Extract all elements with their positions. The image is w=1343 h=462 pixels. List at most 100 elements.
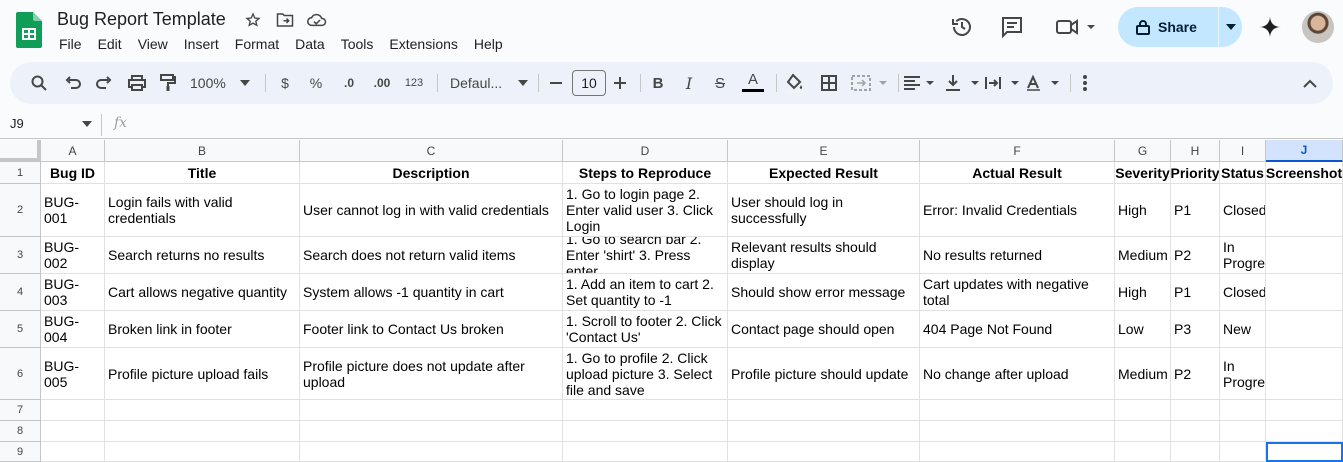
row-header-1[interactable]: 1 — [0, 162, 41, 184]
table-cell[interactable]: P3 — [1171, 311, 1220, 348]
column-header-j[interactable]: J — [1266, 140, 1343, 162]
row-header-9[interactable]: 9 — [0, 442, 41, 462]
table-cell[interactable] — [563, 442, 728, 462]
row-header-2[interactable]: 2 — [0, 184, 41, 237]
share-button[interactable]: Share — [1118, 7, 1242, 47]
table-cell[interactable] — [1266, 348, 1343, 400]
italic-button[interactable]: I — [680, 62, 698, 104]
table-cell[interactable]: BUG-004 — [41, 311, 105, 348]
font-size-decrease-icon[interactable] — [548, 62, 564, 104]
row-header-7[interactable]: 7 — [0, 400, 41, 421]
header-cell[interactable]: Title — [105, 162, 300, 184]
table-cell[interactable] — [1266, 421, 1343, 442]
increase-decimal-button[interactable]: .00 — [370, 62, 394, 104]
table-cell[interactable]: User cannot log in with valid credential… — [300, 184, 563, 237]
table-cell[interactable] — [563, 400, 728, 421]
comments-icon[interactable] — [998, 13, 1026, 41]
header-cell[interactable]: Description — [300, 162, 563, 184]
name-box[interactable]: J9 — [0, 114, 100, 134]
collapse-menus-icon[interactable] — [1300, 62, 1320, 104]
header-cell[interactable]: Steps to Reproduce — [563, 162, 728, 184]
document-title[interactable]: Bug Report Template — [57, 9, 226, 30]
table-cell[interactable]: Closed — [1220, 274, 1266, 311]
table-cell[interactable] — [1220, 421, 1266, 442]
table-cell[interactable]: Error: Invalid Credentials — [920, 184, 1115, 237]
star-icon[interactable] — [243, 10, 263, 30]
avatar[interactable] — [1302, 11, 1334, 43]
gemini-icon[interactable] — [1256, 13, 1284, 41]
table-cell[interactable]: Profile picture should update — [728, 348, 920, 400]
table-cell[interactable]: System allows -1 quantity in cart — [300, 274, 563, 311]
table-cell[interactable]: 1. Add an item to cart 2. Set quantity t… — [563, 274, 728, 311]
table-cell[interactable]: 1. Go to profile 2. Click upload picture… — [563, 348, 728, 400]
header-cell[interactable]: Severity — [1115, 162, 1171, 184]
table-cell[interactable]: BUG-005 — [41, 348, 105, 400]
table-cell[interactable]: Profile picture does not update after up… — [300, 348, 563, 400]
table-cell[interactable]: Low — [1115, 311, 1171, 348]
table-cell[interactable] — [41, 400, 105, 421]
horizontal-align-icon[interactable] — [903, 62, 937, 104]
menu-tools[interactable]: Tools — [333, 34, 382, 54]
table-cell[interactable] — [1171, 442, 1220, 462]
table-cell[interactable]: User should log in successfully — [728, 184, 920, 237]
borders-icon[interactable] — [818, 62, 840, 104]
table-cell[interactable] — [41, 442, 105, 462]
table-cell[interactable] — [1115, 421, 1171, 442]
move-to-folder-icon[interactable] — [275, 10, 295, 30]
version-history-icon[interactable] — [948, 13, 976, 41]
table-cell[interactable]: High — [1115, 184, 1171, 237]
print-icon[interactable] — [126, 62, 148, 104]
table-cell[interactable] — [300, 421, 563, 442]
meet-icon[interactable] — [1052, 13, 1098, 41]
search-menus-icon[interactable] — [28, 62, 50, 104]
table-cell[interactable]: 1. Go to login page 2. Enter valid user … — [563, 184, 728, 237]
format-currency-button[interactable]: $ — [276, 62, 294, 104]
table-cell[interactable] — [728, 442, 920, 462]
table-cell[interactable]: Cart allows negative quantity — [105, 274, 300, 311]
format-percent-button[interactable]: % — [307, 62, 325, 104]
text-color-button[interactable]: A — [742, 62, 764, 104]
header-cell[interactable]: Bug ID — [41, 162, 105, 184]
table-cell[interactable]: In Progress — [1220, 348, 1266, 400]
menu-insert[interactable]: Insert — [176, 34, 227, 54]
row-header-6[interactable]: 6 — [0, 348, 41, 400]
row-header-5[interactable]: 5 — [0, 311, 41, 348]
table-cell[interactable] — [300, 400, 563, 421]
table-cell[interactable] — [1115, 400, 1171, 421]
menu-extensions[interactable]: Extensions — [381, 34, 465, 54]
font-family-select[interactable]: Defaul... — [450, 62, 528, 104]
table-cell[interactable]: Closed — [1220, 184, 1266, 237]
row-header-4[interactable]: 4 — [0, 274, 41, 311]
column-header-e[interactable]: E — [728, 140, 920, 162]
header-cell[interactable]: Screenshot — [1266, 162, 1343, 184]
table-cell[interactable] — [1266, 184, 1343, 237]
menu-view[interactable]: View — [130, 34, 176, 54]
table-cell[interactable]: P1 — [1171, 274, 1220, 311]
column-header-i[interactable]: I — [1220, 140, 1266, 162]
merge-cells-icon[interactable] — [850, 62, 890, 104]
table-cell[interactable]: Should show error message — [728, 274, 920, 311]
table-cell[interactable]: BUG-003 — [41, 274, 105, 311]
fill-color-icon[interactable] — [784, 62, 806, 104]
table-cell[interactable]: P2 — [1171, 237, 1220, 274]
table-cell[interactable]: Contact page should open — [728, 311, 920, 348]
table-cell[interactable]: 1. Go to search bar 2. Enter 'shirt' 3. … — [563, 237, 728, 274]
table-cell[interactable] — [41, 421, 105, 442]
table-cell[interactable] — [1115, 442, 1171, 462]
column-header-b[interactable]: B — [105, 140, 300, 162]
header-cell[interactable]: Priority — [1171, 162, 1220, 184]
table-cell[interactable]: Search returns no results — [105, 237, 300, 274]
undo-icon[interactable] — [62, 62, 84, 104]
table-cell[interactable] — [1266, 311, 1343, 348]
column-header-f[interactable]: F — [920, 140, 1115, 162]
table-cell[interactable] — [300, 442, 563, 462]
table-cell[interactable]: BUG-002 — [41, 237, 105, 274]
paint-format-icon[interactable] — [157, 62, 179, 104]
table-cell[interactable]: No results returned — [920, 237, 1115, 274]
column-header-h[interactable]: H — [1171, 140, 1220, 162]
table-cell[interactable] — [920, 442, 1115, 462]
more-formats-button[interactable]: 123 — [402, 62, 426, 104]
redo-icon[interactable] — [93, 62, 115, 104]
table-cell[interactable]: 1. Scroll to footer 2. Click 'Contact Us… — [563, 311, 728, 348]
table-cell[interactable]: P1 — [1171, 184, 1220, 237]
